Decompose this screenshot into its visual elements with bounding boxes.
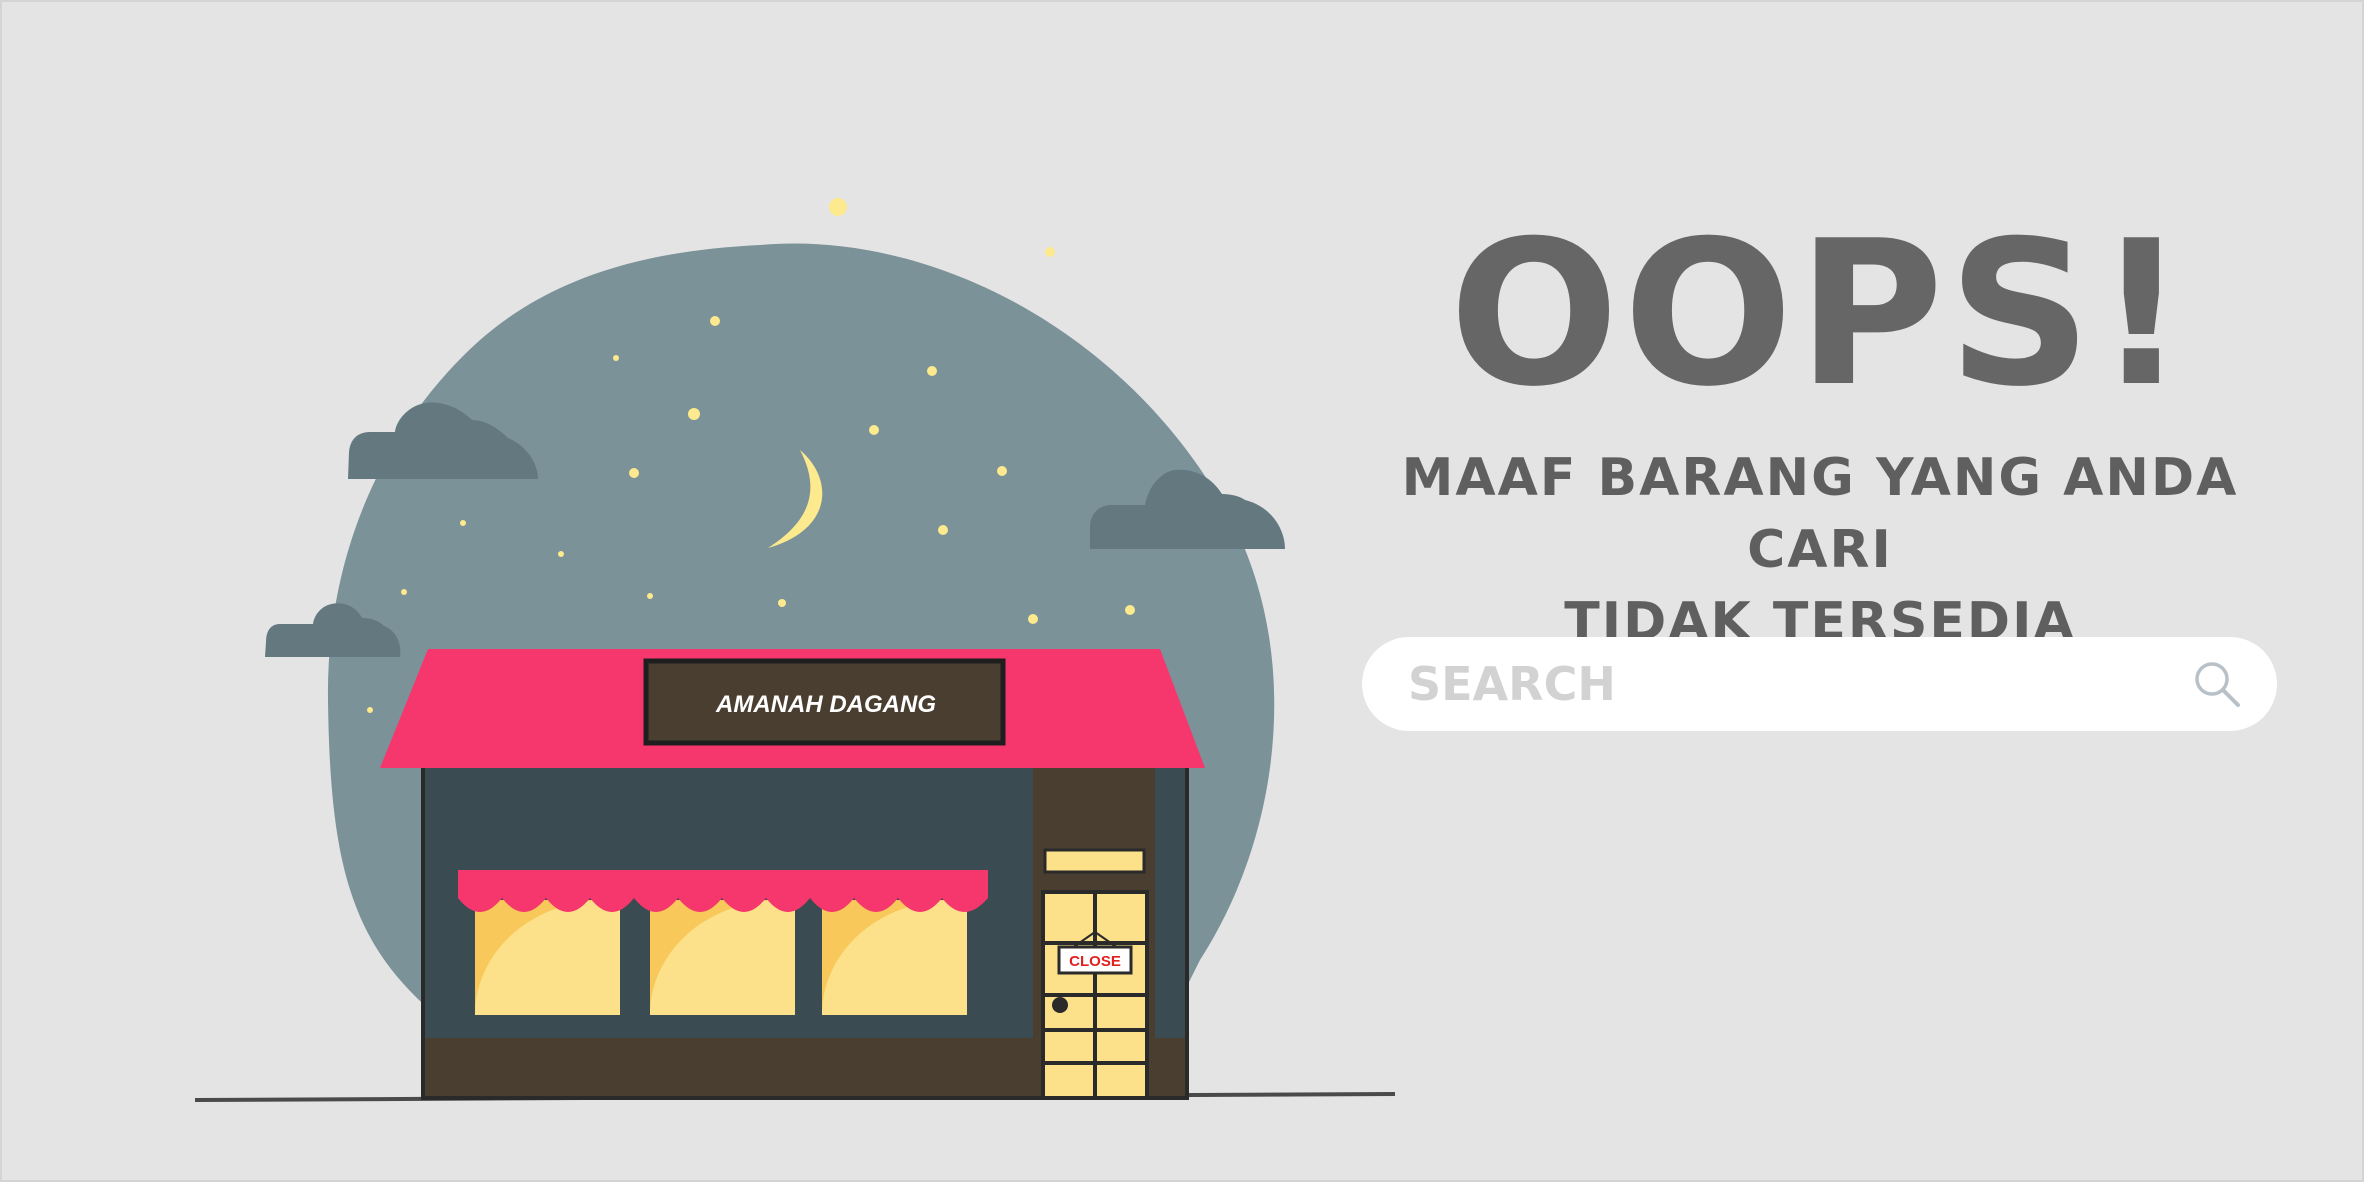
search-input[interactable] — [1408, 649, 2187, 719]
close-sign-text: CLOSE — [1069, 953, 1121, 970]
error-message: MAAF BARANG YANG ANDA CARI TIDAK TERSEDI… — [1340, 442, 2300, 658]
star — [927, 366, 937, 376]
search-icon — [2195, 662, 2240, 707]
star — [613, 355, 619, 361]
star — [829, 198, 847, 216]
door-knob — [1052, 997, 1068, 1013]
star — [1028, 614, 1038, 624]
store-sign-text: AMANAH DAGANG — [715, 691, 936, 718]
star — [710, 316, 720, 326]
star — [778, 599, 786, 607]
storefront-panel-right — [1155, 765, 1185, 1038]
error-title: OOPS! — [1449, 198, 2191, 431]
store-door — [1041, 890, 1149, 1100]
star — [1045, 247, 1055, 257]
store-windows — [475, 900, 967, 1015]
star — [647, 593, 653, 599]
star — [367, 707, 373, 713]
search-button[interactable] — [2187, 654, 2247, 714]
star — [997, 466, 1007, 476]
error-message-line1: MAAF BARANG YANG ANDA CARI — [1401, 448, 2239, 580]
star — [558, 551, 564, 557]
star — [1125, 605, 1135, 615]
star — [629, 468, 639, 478]
closed-store-illustration: CLOSE AMANAH DAGANG — [195, 198, 1395, 1102]
star — [869, 425, 879, 435]
error-content: OOPS! MAAF BARANG YANG ANDA CARI TIDAK T… — [1340, 200, 2300, 658]
star — [688, 408, 700, 420]
star — [938, 525, 948, 535]
search-bar[interactable] — [1362, 637, 2277, 731]
door-transom — [1043, 848, 1146, 874]
star — [460, 520, 466, 526]
star — [401, 589, 407, 595]
